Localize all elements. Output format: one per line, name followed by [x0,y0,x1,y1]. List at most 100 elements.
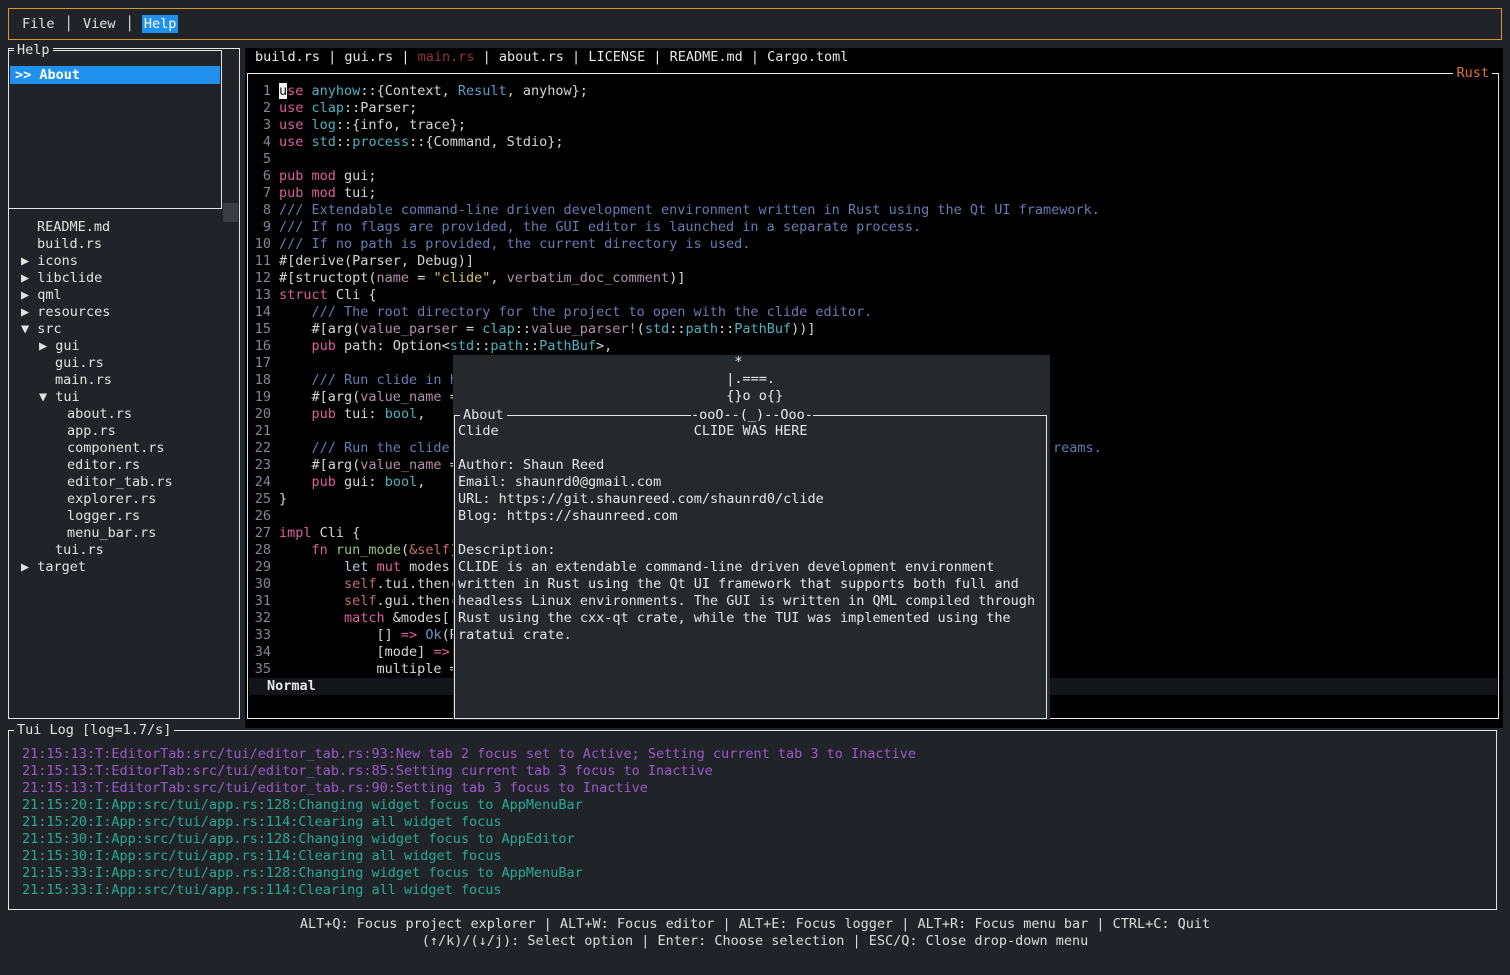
menu-separator [73,16,81,32]
line-number: 29 [249,559,271,576]
tui-log-panel: Tui Log [log=1.7/s] 21:15:13:T:EditorTab… [8,730,1497,910]
tree-item-libclide[interactable]: ▶ libclide [13,270,221,287]
menu-item-file[interactable]: File [20,15,57,33]
code-line-4: 4use std::process::{Command, Stdio}; [249,134,1497,151]
tree-item-gui[interactable]: ▶ gui [13,338,221,355]
code-line-15: 15 #[arg(value_parser = clap::value_pars… [249,321,1497,338]
menu-bar: File │ View │ Help [8,8,1502,40]
tree-item-icons[interactable]: ▶ icons [13,253,221,270]
tree-item-component.rs[interactable]: component.rs [13,440,221,457]
code-line-14: 14 /// The root directory for the projec… [249,304,1497,321]
tree-item-README.md[interactable]: README.md [13,219,221,236]
tree-item-main.rs[interactable]: main.rs [13,372,221,389]
file-tree: README.mdbuild.rs▶ icons▶ libclide▶ qml▶… [13,219,221,576]
tree-item-tui.rs[interactable]: tui.rs [13,542,221,559]
clide-tui-app: { "menu": { "file": "File", "view": "Vie… [0,0,1510,975]
line-number: 19 [249,389,271,406]
line-number: 15 [249,321,271,338]
tree-item-gui.rs[interactable]: gui.rs [13,355,221,372]
tree-item-qml[interactable]: ▶ qml [13,287,221,304]
line-number: 11 [249,253,271,270]
log-entry: 21:15:20:I:App:src/tui/app.rs:128:Changi… [22,797,1490,814]
code-line-12: 12#[structopt(name = "clide", verbatim_d… [249,270,1497,287]
tree-item-app.rs[interactable]: app.rs [13,423,221,440]
line-number: 14 [249,304,271,321]
line-number: 3 [249,117,271,134]
tree-item-tui[interactable]: ▼ tui [13,389,221,406]
line-number: 21 [249,423,271,440]
line-number: 34 [249,644,271,661]
line-number: 28 [249,542,271,559]
line-number: 35 [249,661,271,678]
tree-item-menu_bar.rs[interactable]: menu_bar.rs [13,525,221,542]
ascii-art-border: -ooO--(_)--Ooo- [691,407,813,423]
line-number: 32 [249,610,271,627]
code-line-10: 10/// If no path is provided, the curren… [249,236,1497,253]
tab-gui.rs[interactable]: gui.rs [344,49,393,65]
tab-separator: | [393,49,417,65]
code-line-13: 13struct Cli { [249,287,1497,304]
line-number: 6 [249,168,271,185]
tab-separator: | [320,49,344,65]
tab-main.rs[interactable]: main.rs [418,49,475,65]
line-number: 7 [249,185,271,202]
tree-item-explorer.rs[interactable]: explorer.rs [13,491,221,508]
tree-item-editor.rs[interactable]: editor.rs [13,457,221,474]
line-number: 31 [249,593,271,610]
line-number: 17 [249,355,271,372]
tab-Cargo.toml[interactable]: Cargo.toml [767,49,848,65]
line-number: 25 [249,491,271,508]
log-entry: 21:15:13:T:EditorTab:src/tui/editor_tab.… [22,746,1490,763]
tab-README.md[interactable]: README.md [670,49,743,65]
log-entry: 21:15:30:I:App:src/tui/app.rs:114:Cleari… [22,848,1490,865]
menu-item-help[interactable]: Help [142,15,179,33]
code-line-8: 8/// Extendable command-line driven deve… [249,202,1497,219]
code-line-1: 1use anyhow::{Context, Result, anyhow}; [249,83,1497,100]
log-entry: 21:15:30:I:App:src/tui/app.rs:128:Changi… [22,831,1490,848]
log-entry: 21:15:20:I:App:src/tui/app.rs:114:Cleari… [22,814,1490,831]
tree-item-editor_tab.rs[interactable]: editor_tab.rs [13,474,221,491]
line-number: 12 [249,270,271,287]
tab-build.rs[interactable]: build.rs [255,49,320,65]
tree-item-resources[interactable]: ▶ resources [13,304,221,321]
tree-item-about.rs[interactable]: about.rs [13,406,221,423]
code-line-2: 2use clap::Parser; [249,100,1497,117]
code-line-3: 3use log::{info, trace}; [249,117,1497,134]
menu-separator [117,16,125,32]
code-line-6: 6pub mod gui; [249,168,1497,185]
line-number: 20 [249,406,271,423]
help-bar-line1: ALT+Q: Focus project explorer | ALT+W: F… [0,916,1510,933]
tab-separator: | [475,49,499,65]
menu-item-view[interactable]: View [81,15,118,33]
tab-LICENSE[interactable]: LICENSE [588,49,645,65]
language-badge: Rust [1453,65,1492,81]
tree-item-logger.rs[interactable]: logger.rs [13,508,221,525]
editor-tab-bar: build.rs | gui.rs | main.rs | about.rs |… [255,49,848,66]
code-line-11: 11#[derive(Parser, Debug)] [249,253,1497,270]
menu-option-about[interactable]: >> About [10,66,220,84]
tab-separator: | [743,49,767,65]
line-number: 5 [249,151,271,168]
tab-about.rs[interactable]: about.rs [499,49,564,65]
menu-separator [134,16,142,32]
line-number: 9 [249,219,271,236]
explorer-scrollbar-thumb[interactable] [223,203,238,222]
line-number: 23 [249,457,271,474]
log-lines: 21:15:13:T:EditorTab:src/tui/editor_tab.… [22,746,1490,899]
line-number: 26 [249,508,271,525]
help-dropdown-menu: Help >> About [8,50,222,209]
log-entry: 21:15:13:T:EditorTab:src/tui/editor_tab.… [22,780,1490,797]
ascii-art-top: * |.===. {}o o{} [458,354,783,405]
line-number: 33 [249,627,271,644]
menu-separator-bar: │ [126,16,134,32]
tab-separator: | [564,49,588,65]
about-dialog-content: Clide CLIDE WAS HERE Author: Shaun Reed … [458,423,1035,644]
tree-item-build.rs[interactable]: build.rs [13,236,221,253]
tree-item-target[interactable]: ▶ target [13,559,221,576]
tab-separator: | [645,49,669,65]
line-number: 24 [249,474,271,491]
tree-item-src[interactable]: ▼ src [13,321,221,338]
code-line-16: 16 pub path: Option<std::path::PathBuf>, [249,338,1497,355]
code-line-9: 9/// If no flags are provided, the GUI e… [249,219,1497,236]
menu-separator [57,16,65,32]
